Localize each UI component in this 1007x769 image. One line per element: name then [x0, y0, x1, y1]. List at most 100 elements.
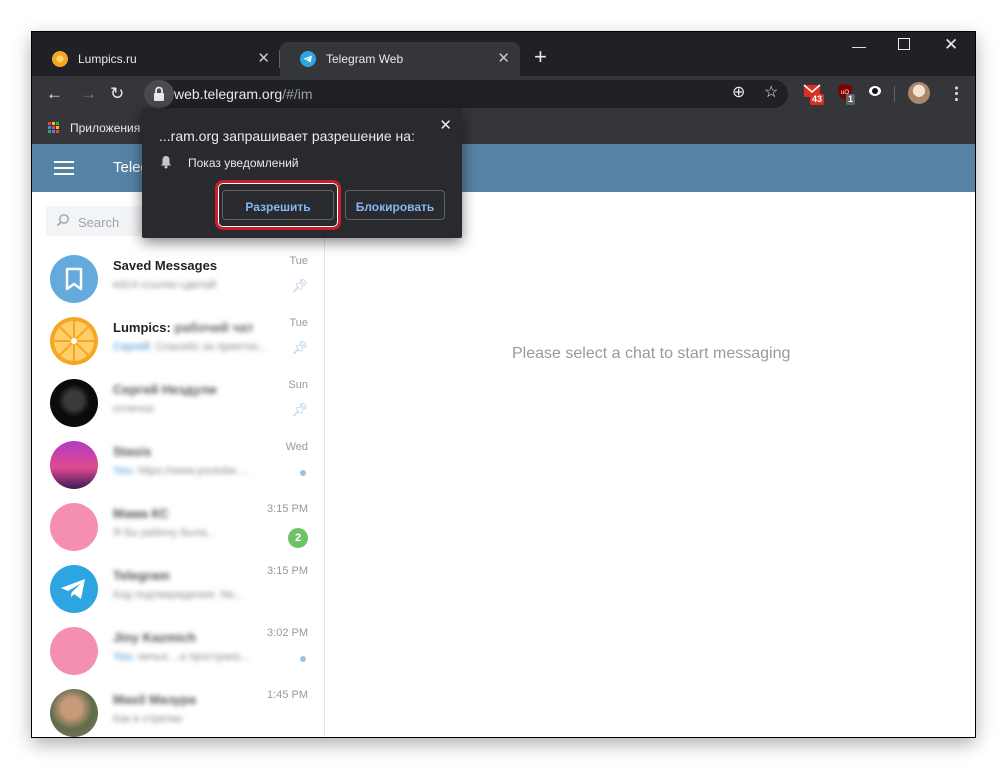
- orange-icon: [52, 51, 68, 67]
- chat-name: Telegram: [113, 568, 170, 583]
- search-icon: [56, 213, 70, 230]
- chat-name: Мама КС: [113, 506, 169, 521]
- popup-title: ...ram.org запрашивает разрешение на:: [159, 128, 415, 144]
- contact-avatar: [50, 379, 98, 427]
- chat-preview: Как в стрелки: [113, 713, 183, 725]
- chat-preview: Код подтверждения. Ne...: [113, 589, 244, 601]
- browser-window: Lumpics.ru ✕ Telegram Web ✕ + — ✕ ← → ↻ …: [32, 32, 975, 737]
- tab-strip: Lumpics.ru ✕ Telegram Web ✕ + — ✕: [32, 32, 975, 76]
- maximize-icon[interactable]: [898, 37, 910, 53]
- close-tab-icon[interactable]: ✕: [497, 51, 510, 67]
- back-icon[interactable]: ←: [46, 84, 63, 104]
- chat-item[interactable]: Telegram Код подтверждения. Ne... 3:15 P…: [32, 558, 324, 620]
- tab-title: Telegram Web: [326, 52, 404, 66]
- browser-toolbar: ← → ↻ web.telegram.org/#/im ⊕ ☆ 43 uO 1 …: [32, 76, 975, 112]
- pin-icon: 📌︎: [291, 402, 308, 417]
- chat-preview: Сергей: Спасибо за приятно...: [113, 341, 267, 353]
- chat-sidebar: Saved Messages ed14 ссылки сделай Tue 📌︎…: [32, 192, 325, 737]
- ublock-icon[interactable]: uO 1: [836, 82, 858, 105]
- chat-sender: Сергей:: [113, 341, 153, 353]
- url-text: web.telegram.org/#/im: [174, 86, 313, 102]
- chat-item[interactable]: Jiny Kazmich You: ничья... а пространс..…: [32, 620, 324, 682]
- chat-item-saved-messages[interactable]: Saved Messages ed14 ссылки сделай Tue 📌︎: [32, 248, 324, 310]
- chat-preview: ed14 ссылки сделай: [113, 279, 217, 291]
- chat-sender: You:: [113, 651, 135, 663]
- contact-avatar: [50, 503, 98, 551]
- chat-preview: You: ничья... а пространс...: [113, 651, 250, 663]
- tab-title: Lumpics.ru: [78, 52, 137, 66]
- chat-name: Stasis: [113, 444, 152, 459]
- chat-item[interactable]: Мама КС Я бы рабочу была... 3:15 PM 2: [32, 496, 324, 558]
- pin-icon: 📌︎: [291, 278, 308, 293]
- mail-extension-icon[interactable]: 43: [802, 82, 825, 105]
- profile-avatar-icon[interactable]: [908, 82, 930, 104]
- read-status-dot: [300, 470, 306, 476]
- close-tab-icon[interactable]: ✕: [257, 51, 270, 67]
- tab-telegram[interactable]: Telegram Web ✕: [280, 42, 520, 76]
- chat-name: Saved Messages: [113, 258, 218, 273]
- chat-time: Sun: [288, 379, 308, 391]
- chat-name-text: Lumpics:: [113, 320, 171, 335]
- forward-icon[interactable]: →: [80, 84, 97, 104]
- lock-icon: [154, 86, 164, 101]
- telegram-icon: [300, 51, 316, 67]
- eye-extension-icon[interactable]: [866, 82, 888, 104]
- chat-time: Wed: [285, 441, 308, 453]
- chat-preview-text: https://www.youtube....: [137, 465, 249, 477]
- chat-preview: You: https://www.youtube....: [113, 465, 248, 477]
- chat-item[interactable]: Maxil Мазура Как в стрелки 1:45 PM: [32, 682, 324, 737]
- apps-grid-icon[interactable]: [48, 122, 60, 134]
- lumpics-avatar: [50, 317, 98, 365]
- new-tab-icon[interactable]: +: [534, 46, 547, 68]
- close-window-icon[interactable]: ✕: [944, 35, 958, 55]
- block-button[interactable]: Блокировать: [345, 190, 445, 220]
- chat-name: Maxil Мазура: [113, 692, 196, 707]
- read-status-dot: [300, 656, 306, 662]
- ublock-badge: 1: [846, 94, 856, 105]
- chat-list: Saved Messages ed14 ссылки сделай Tue 📌︎…: [32, 248, 324, 737]
- saved-messages-avatar: [50, 255, 98, 303]
- hamburger-menu-icon[interactable]: [54, 161, 74, 175]
- chat-name: Jiny Kazmich: [113, 630, 197, 645]
- chat-preview-text: ничья... а пространс...: [137, 651, 251, 663]
- empty-chat-message: Please select a chat to start messaging: [512, 345, 791, 362]
- chat-item-lumpics[interactable]: Lumpics: рабочий чат Сергей: Спасибо за …: [32, 310, 324, 372]
- chat-time: Tue: [289, 255, 308, 267]
- telegram-avatar-icon: [50, 565, 98, 613]
- mail-badge: 43: [810, 94, 825, 105]
- chat-name-extra: рабочий чат: [174, 320, 254, 335]
- chat-sender: You:: [113, 465, 135, 477]
- notification-permission-popup: ...ram.org запрашивает разрешение на: ✕ …: [142, 108, 462, 238]
- chat-item[interactable]: Сергей Нездули отлично Sun 📌︎: [32, 372, 324, 434]
- add-circle-icon[interactable]: ⊕: [732, 83, 745, 103]
- apps-bookmark[interactable]: Приложения: [70, 121, 140, 135]
- permission-label: Показ уведомлений: [188, 156, 299, 170]
- chat-time: 3:15 PM: [267, 503, 308, 515]
- star-icon[interactable]: ☆: [764, 83, 778, 103]
- chat-name: Lumpics: рабочий чат: [113, 320, 254, 335]
- chat-time: 3:02 PM: [267, 627, 308, 639]
- tab-lumpics[interactable]: Lumpics.ru ✕: [32, 42, 280, 76]
- contact-avatar: [50, 441, 98, 489]
- chat-name: Сергей Нездули: [113, 382, 217, 397]
- toolbar-divider: [894, 86, 895, 102]
- chat-preview: Я бы рабочу была...: [113, 527, 216, 539]
- reload-icon[interactable]: ↻: [110, 84, 124, 104]
- close-icon[interactable]: ✕: [439, 116, 452, 134]
- chat-item[interactable]: Stasis You: https://www.youtube.... Wed: [32, 434, 324, 496]
- url-path: /#/im: [282, 86, 313, 102]
- contact-avatar: [50, 689, 98, 737]
- contact-avatar: [50, 627, 98, 675]
- chat-preview-text: Спасибо за приятно...: [155, 341, 268, 353]
- menu-dots-icon[interactable]: ⋮: [948, 84, 965, 104]
- allow-button[interactable]: Разрешить: [222, 190, 334, 220]
- bell-icon: [161, 156, 171, 169]
- chat-time: 1:45 PM: [267, 689, 308, 701]
- chat-time: 3:15 PM: [267, 565, 308, 577]
- chat-preview: отлично: [113, 403, 155, 415]
- address-bar[interactable]: web.telegram.org/#/im ⊕ ☆: [144, 80, 788, 108]
- minimize-icon[interactable]: —: [852, 38, 866, 54]
- site-info-button[interactable]: [144, 80, 174, 108]
- chat-time: Tue: [289, 317, 308, 329]
- pin-icon: 📌︎: [291, 340, 308, 355]
